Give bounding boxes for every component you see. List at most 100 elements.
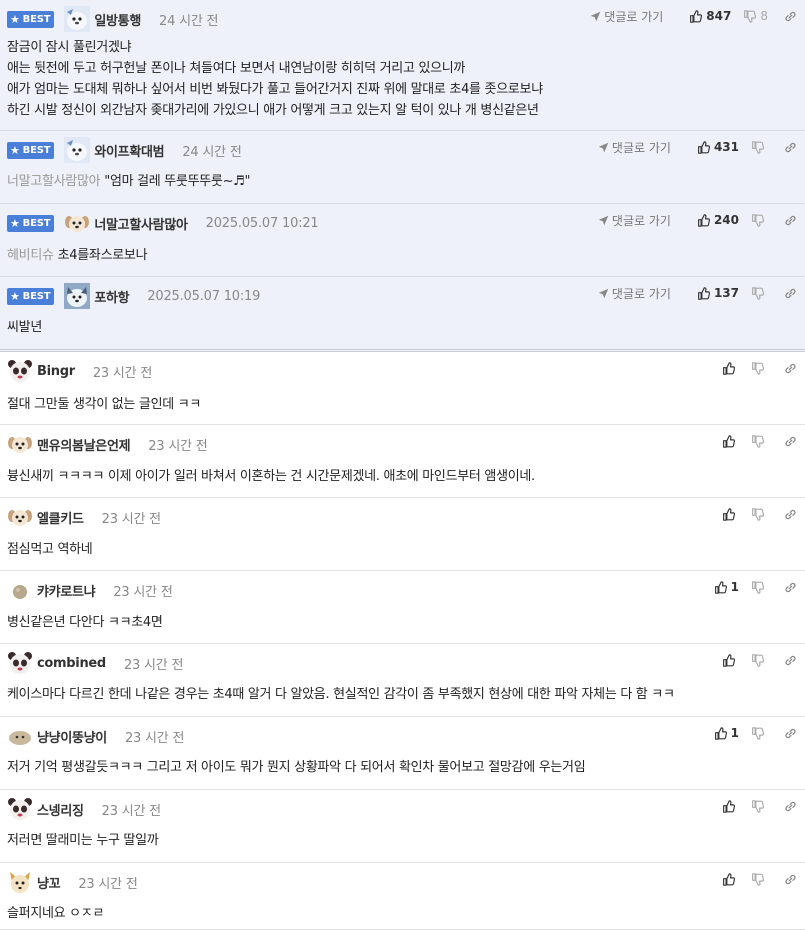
upvote-count: 137: [713, 286, 739, 300]
downvote-button[interactable]: [751, 726, 768, 740]
downvote-button[interactable]: [751, 434, 768, 448]
avatar[interactable]: [7, 504, 33, 530]
nickname[interactable]: 너말고할사람많아: [94, 214, 188, 233]
thumbs-up-icon: [697, 213, 714, 227]
upvote-button[interactable]: 431: [697, 140, 739, 154]
upvote-button[interactable]: 240: [697, 213, 739, 227]
downvote-button[interactable]: [751, 507, 768, 521]
avatar[interactable]: [64, 137, 91, 163]
comment-header: combined 23 시간 전: [7, 652, 183, 674]
timestamp: 2025.05.07 10:21: [205, 215, 319, 231]
comment-text: "엄마 걸레 뚜룻뚜뚜룻~♬": [104, 174, 251, 189]
copy-link-icon[interactable]: [784, 287, 797, 300]
downvote-button[interactable]: [751, 140, 768, 154]
go-to-reply-link[interactable]: 댓글로 가기: [598, 212, 671, 229]
comment-text: 씨발년: [7, 320, 42, 335]
timestamp: 23 시간 전: [124, 730, 185, 746]
copy-link-icon[interactable]: [784, 362, 797, 375]
avatar[interactable]: [7, 723, 33, 749]
copy-link-icon[interactable]: [784, 214, 797, 227]
upvote-button[interactable]: 847: [689, 9, 731, 23]
thumbs-down-icon: [751, 726, 768, 740]
copy-link-icon[interactable]: [784, 873, 797, 886]
nickname[interactable]: 포하항: [94, 287, 129, 306]
avatar[interactable]: [7, 650, 33, 676]
comment-line: 하긴 시발 정신이 외간남자 좆대가리에 가있으니 애가 어떻게 크고 있는지 …: [7, 100, 543, 121]
comment-actions: 댓글로 가기 847 8: [590, 8, 797, 24]
upvote-button[interactable]: [722, 434, 739, 448]
best-badge: ★ BEST: [7, 214, 55, 232]
avatar[interactable]: [7, 431, 33, 457]
thumbs-down-icon: [751, 580, 768, 594]
thumbs-up-icon: [722, 361, 739, 375]
nickname[interactable]: 맨유의봄날은언제: [37, 435, 131, 454]
timestamp: 23 시간 전: [101, 803, 161, 819]
downvote-button[interactable]: [751, 580, 768, 594]
go-to-reply-link[interactable]: 댓글로 가기: [598, 285, 671, 302]
comment-header: ★ BEST 포하항 2025.05.07 10:19: [7, 283, 260, 309]
downvote-button[interactable]: [751, 361, 768, 375]
copy-link-icon[interactable]: [784, 654, 797, 667]
upvote-count: 1: [730, 726, 739, 740]
go-to-reply-link[interactable]: 댓글로 가기: [598, 139, 671, 156]
copy-link-icon[interactable]: [784, 800, 797, 813]
comment-line: 잠금이 잠시 풀린거겠냐: [7, 37, 543, 58]
nickname[interactable]: 캬캬로트냐: [37, 581, 96, 600]
downvote-button[interactable]: [751, 653, 768, 667]
copy-link-icon[interactable]: [784, 581, 797, 594]
nickname[interactable]: 냥꼬: [37, 873, 61, 892]
best-label: BEST: [22, 144, 51, 156]
timestamp: 23 시간 전: [101, 511, 161, 527]
thumbs-up-icon: [697, 140, 714, 154]
upvote-button[interactable]: 1: [714, 726, 739, 740]
downvote-button[interactable]: [751, 799, 768, 813]
upvote-button[interactable]: [722, 653, 739, 667]
go-to-reply-label: 댓글로 가기: [611, 213, 671, 228]
upvote-button[interactable]: [722, 507, 739, 521]
nickname[interactable]: 엘클키드: [37, 508, 84, 527]
thumbs-up-icon: [722, 872, 739, 886]
nickname[interactable]: combined: [37, 656, 106, 671]
avatar[interactable]: [64, 283, 91, 309]
nickname[interactable]: Bingr: [37, 364, 75, 379]
upvote-button[interactable]: [722, 872, 739, 886]
upvote-button[interactable]: [722, 361, 739, 375]
copy-link-icon[interactable]: [784, 508, 797, 521]
copy-link-icon[interactable]: [784, 727, 797, 740]
nickname[interactable]: 와이프확대범: [94, 141, 164, 160]
downvote-button[interactable]: [751, 872, 768, 886]
comment-header: 캬캬로트냐 23 시간 전: [7, 579, 173, 601]
avatar[interactable]: [7, 577, 33, 603]
avatar[interactable]: [7, 358, 33, 384]
nickname[interactable]: 냥냥이뚱냥이: [37, 727, 107, 746]
comment-text: 슬퍼지네요 ㅇㅈㄹ: [7, 906, 105, 921]
best-comment: ★ BEST 일방통행 24 시간 전 댓글로 가기 847 8 잠금이 잠시 풀린거겠냐 애는…: [0, 0, 805, 131]
avatar[interactable]: [7, 869, 33, 895]
nickname[interactable]: 일방통행: [94, 10, 141, 29]
go-to-reply-link[interactable]: 댓글로 가기: [590, 8, 663, 25]
comment-body: 씨발년: [7, 317, 42, 338]
copy-link-icon[interactable]: [784, 10, 797, 23]
downvote-button[interactable]: [751, 213, 768, 227]
comment-text: 잠금이 잠시 풀린거겠냐: [7, 40, 132, 55]
avatar[interactable]: [64, 210, 90, 236]
mention-nickname[interactable]: 헤비티슈: [7, 248, 54, 263]
avatar[interactable]: [7, 796, 33, 822]
downvote-button[interactable]: [751, 286, 768, 300]
timestamp: 23 시간 전: [78, 876, 138, 892]
upvote-button[interactable]: 137: [697, 286, 739, 300]
timestamp: 23 시간 전: [148, 438, 208, 454]
mention-nickname[interactable]: 너말고할사람많아: [7, 174, 101, 189]
downvote-button[interactable]: 8: [743, 9, 768, 23]
copy-link-icon[interactable]: [784, 435, 797, 448]
upvote-button[interactable]: [722, 799, 739, 813]
copy-link-icon[interactable]: [784, 141, 797, 154]
thumbs-down-icon: [751, 872, 768, 886]
comment-item: 엘클키드 23 시간 전 점심먹고 역하네: [0, 498, 805, 571]
best-label: BEST: [22, 217, 51, 229]
comment-line: 애는 뒷전에 두고 허구헌날 폰이나 쳐들여다 보면서 내연남이랑 히히덕 거리…: [7, 58, 543, 79]
avatar[interactable]: [64, 6, 91, 32]
upvote-button[interactable]: 1: [714, 580, 739, 594]
nickname[interactable]: 스넹리징: [37, 800, 84, 819]
go-to-reply-label: 댓글로 가기: [604, 9, 664, 24]
